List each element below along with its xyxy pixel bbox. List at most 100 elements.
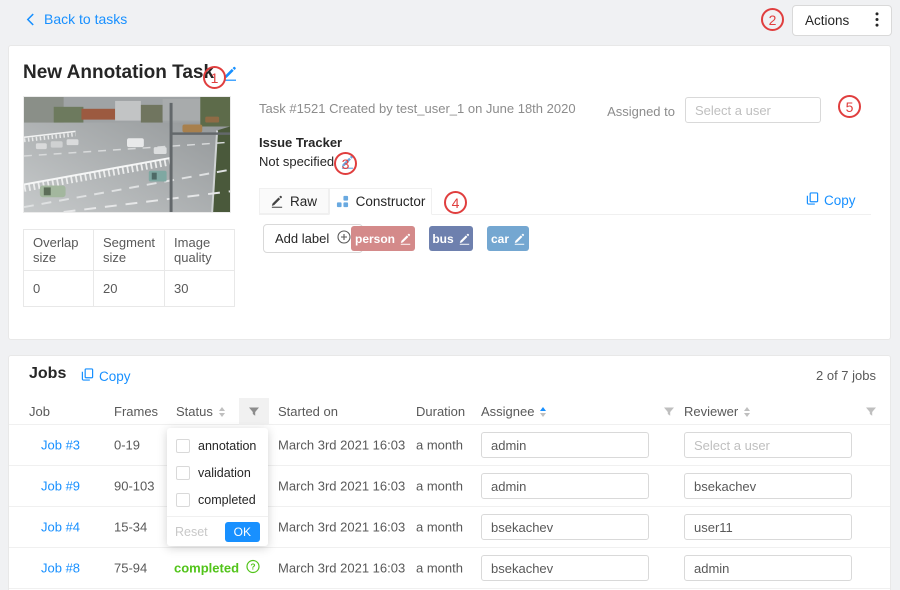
issue-tracker-label: Issue Tracker <box>259 135 342 150</box>
column-header-status-label: Status <box>176 404 213 419</box>
copy-icon <box>806 192 819 208</box>
params-header-row: Overlap size Segment size Image quality <box>24 230 235 271</box>
back-to-tasks-label: Back to tasks <box>44 11 127 27</box>
assignee-select[interactable] <box>481 432 649 458</box>
job-link[interactable]: Job #3 <box>41 438 80 453</box>
tab-constructor-label: Constructor <box>356 194 426 209</box>
reviewer-select[interactable] <box>684 473 852 499</box>
status-value: completed ? <box>174 560 260 577</box>
jobs-title: Jobs <box>29 365 66 383</box>
copy-label: Copy <box>824 193 856 208</box>
checkbox <box>176 493 190 507</box>
page-title: New Annotation Task <box>23 62 214 84</box>
constructor-blocks-icon <box>336 195 349 208</box>
label-chip-bus[interactable]: bus <box>429 226 473 251</box>
duration-value: a month <box>416 561 463 576</box>
filter-reset-button[interactable]: Reset <box>175 525 208 539</box>
column-header-frames: Frames <box>114 398 158 425</box>
assignee-select[interactable] <box>481 514 649 540</box>
actions-label: Actions <box>805 13 849 28</box>
reviewer-select[interactable] <box>684 514 852 540</box>
column-header-reviewer[interactable]: Reviewer <box>684 398 750 425</box>
label-chip-name: car <box>491 232 509 246</box>
assignee-select[interactable] <box>481 473 649 499</box>
annotation-marker-4: 4 <box>444 191 467 214</box>
question-circle-icon[interactable]: ? <box>246 560 260 577</box>
label-chip-name: person <box>355 232 395 246</box>
assignee-filter-icon[interactable] <box>657 398 681 425</box>
filter-option-validation[interactable]: validation <box>167 459 268 486</box>
assignee-select[interactable] <box>481 555 649 581</box>
frames-value: 90-103 <box>114 479 154 494</box>
task-parameters-table: Overlap size Segment size Image quality … <box>23 229 235 307</box>
column-header-assignee[interactable]: Assignee <box>481 398 546 425</box>
annotation-marker-1: 1 <box>203 66 226 89</box>
duration-value: a month <box>416 520 463 535</box>
jobs-table-header: Job Frames Status Started on Duration As… <box>9 398 890 425</box>
jobs-card: Jobs Copy 2 of 7 jobs Job Frames Status … <box>8 355 891 590</box>
job-link[interactable]: Job #4 <box>41 520 80 535</box>
filter-option-label: completed <box>198 493 256 507</box>
status-text: completed <box>174 561 239 576</box>
status-filter-icon[interactable] <box>239 398 269 425</box>
tab-raw[interactable]: Raw <box>259 188 329 214</box>
table-row: Job #3 0-19 March 3rd 2021 16:03 a month <box>9 425 890 466</box>
pencil-icon <box>400 233 411 245</box>
sort-carets-icon <box>540 407 546 417</box>
table-row: Job #8 75-94 completed ? March 3rd 2021 … <box>9 548 890 589</box>
copy-labels-button[interactable]: Copy <box>806 192 856 208</box>
table-row: Job #9 90-103 March 3rd 2021 16:03 a mon… <box>9 466 890 507</box>
annotation-marker-3: 3 <box>334 152 357 175</box>
job-link[interactable]: Job #8 <box>41 561 80 576</box>
svg-text:?: ? <box>250 562 255 572</box>
add-label-text: Add label <box>275 231 329 246</box>
copy-jobs-button[interactable]: Copy <box>81 368 131 384</box>
params-value-row: 0 20 30 <box>24 271 235 307</box>
actions-button[interactable]: Actions <box>792 5 892 36</box>
checkbox <box>176 466 190 480</box>
column-header-job: Job <box>29 398 50 425</box>
column-header-assignee-label: Assignee <box>481 404 534 419</box>
params-value-cell: 20 <box>94 271 165 307</box>
reviewer-select[interactable] <box>684 432 852 458</box>
issue-tracker-value: Not specified <box>259 154 334 169</box>
column-header-duration: Duration <box>416 398 465 425</box>
copy-icon <box>81 368 94 384</box>
assigned-to-label: Assigned to <box>599 104 675 119</box>
column-header-started-on: Started on <box>278 398 338 425</box>
task-assignee-select[interactable] <box>685 97 821 123</box>
job-link[interactable]: Job #9 <box>41 479 80 494</box>
reviewer-filter-icon[interactable] <box>859 398 883 425</box>
cvat-task-page: Back to tasks Actions New Annotation Tas… <box>0 0 900 590</box>
annotation-marker-2: 2 <box>761 8 784 31</box>
duration-value: a month <box>416 438 463 453</box>
back-to-tasks-link[interactable]: Back to tasks <box>26 11 127 27</box>
started-on-value: March 3rd 2021 16:03 <box>278 561 405 576</box>
params-value-cell: 30 <box>165 271 235 307</box>
label-chip-person[interactable]: person <box>351 226 415 251</box>
params-header-cell: Image quality <box>165 230 235 271</box>
add-label-button[interactable]: Add label <box>263 224 363 253</box>
filter-option-completed[interactable]: completed <box>167 486 268 513</box>
frames-value: 15-34 <box>114 520 147 535</box>
label-chip-name: bus <box>432 232 453 246</box>
filter-option-annotation[interactable]: annotation <box>167 432 268 459</box>
filter-option-label: validation <box>198 466 251 480</box>
duration-value: a month <box>416 479 463 494</box>
frames-value: 75-94 <box>114 561 147 576</box>
pencil-icon <box>514 233 525 245</box>
filter-option-label: annotation <box>198 439 256 453</box>
reviewer-select[interactable] <box>684 555 852 581</box>
filter-ok-button[interactable]: OK <box>225 522 260 542</box>
sort-carets-icon <box>744 407 750 417</box>
frames-value: 0-19 <box>114 438 140 453</box>
params-value-cell: 0 <box>24 271 94 307</box>
started-on-value: March 3rd 2021 16:03 <box>278 438 405 453</box>
label-chip-car[interactable]: car <box>487 226 529 251</box>
kebab-menu-icon <box>875 12 879 30</box>
tab-raw-label: Raw <box>290 194 317 209</box>
chevron-left-icon <box>26 13 35 26</box>
column-header-status[interactable]: Status <box>176 398 225 425</box>
params-header-cell: Segment size <box>94 230 165 271</box>
tab-constructor[interactable]: Constructor <box>329 188 432 215</box>
